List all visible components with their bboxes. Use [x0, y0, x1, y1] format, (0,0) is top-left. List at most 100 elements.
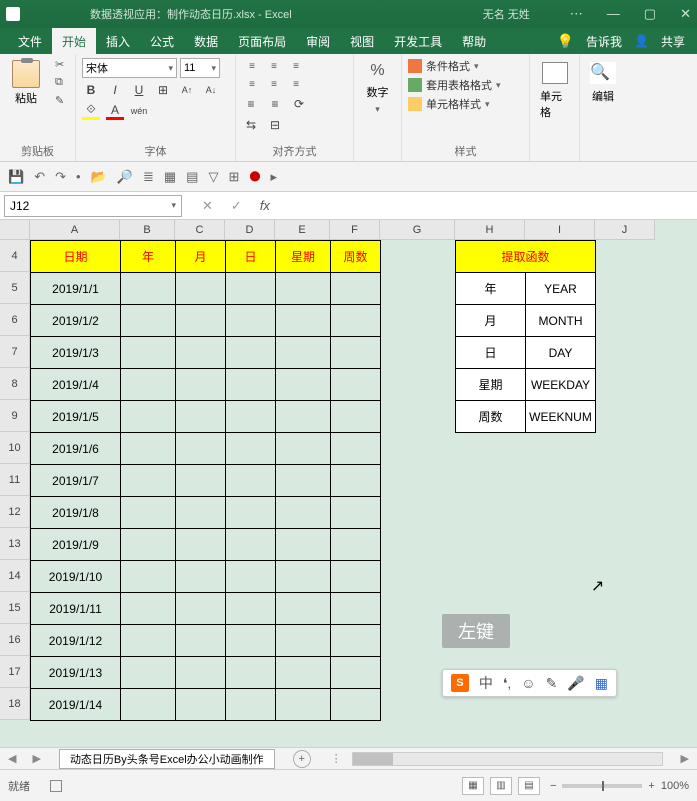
col-J[interactable]: J [595, 220, 655, 240]
row-18[interactable]: 18 [0, 688, 30, 720]
cell[interactable] [276, 369, 331, 401]
cell-date[interactable]: 2019/1/6 [31, 433, 121, 465]
row-15[interactable]: 15 [0, 592, 30, 624]
cell[interactable] [226, 401, 276, 433]
cells-label[interactable]: 单元格 [540, 88, 569, 120]
increase-indent-icon[interactable]: ≡ [266, 95, 284, 113]
cut-icon[interactable]: ✂ [55, 58, 69, 72]
cell[interactable] [226, 689, 276, 721]
cell[interactable] [176, 529, 226, 561]
cell[interactable] [226, 337, 276, 369]
tab-pagelayout[interactable]: 页面布局 [228, 28, 296, 54]
cell[interactable] [331, 625, 381, 657]
cell[interactable] [276, 497, 331, 529]
cell[interactable] [331, 497, 381, 529]
cell[interactable] [331, 593, 381, 625]
minimize-button[interactable]: — [607, 6, 620, 22]
redo-icon[interactable]: ↷ [55, 169, 66, 185]
table-row[interactable]: 2019/1/8 [31, 497, 381, 529]
align-right-icon[interactable]: ≡ [286, 76, 306, 92]
ime-cn-button[interactable]: 中 [479, 673, 493, 693]
table-row[interactable]: 2019/1/13 [31, 657, 381, 689]
save-icon[interactable]: 💾 [8, 169, 24, 185]
cell-date[interactable]: 2019/1/3 [31, 337, 121, 369]
ribbon-menu-icon[interactable]: ⋯ [570, 6, 583, 22]
fill-color-button[interactable]: ⟐ [82, 102, 100, 120]
cell[interactable] [121, 657, 176, 689]
sheet-prev-icon[interactable]: ◀ [0, 752, 24, 765]
cell[interactable] [176, 401, 226, 433]
orientation-icon[interactable]: ⟳ [290, 95, 308, 113]
func-label[interactable]: 日 [456, 337, 526, 369]
open-icon[interactable]: 📂 [91, 169, 107, 185]
func-name[interactable]: MONTH [526, 305, 596, 337]
table-row[interactable]: 2019/1/7 [31, 465, 381, 497]
func-name[interactable]: WEEKDAY [526, 369, 596, 401]
hscroll-thumb[interactable] [353, 753, 393, 765]
tell-me[interactable]: 告诉我 [586, 33, 622, 50]
cell[interactable] [121, 625, 176, 657]
cell[interactable] [276, 273, 331, 305]
task-icon[interactable]: ▦ [164, 169, 176, 185]
cell[interactable] [276, 433, 331, 465]
cells-icon[interactable] [542, 62, 568, 84]
cell[interactable] [226, 497, 276, 529]
align-left-icon[interactable]: ≡ [242, 76, 262, 92]
th-month[interactable]: 月 [176, 241, 226, 273]
cell-date[interactable]: 2019/1/7 [31, 465, 121, 497]
sheet-next-icon[interactable]: ▶ [24, 752, 48, 765]
underline-button[interactable]: U [130, 81, 148, 99]
ime-toolbar[interactable]: S 中 ❛, ☺ ✎ 🎤 ▦ [442, 669, 617, 697]
cell[interactable] [176, 561, 226, 593]
table-row[interactable]: 2019/1/4 [31, 369, 381, 401]
row-14[interactable]: 14 [0, 560, 30, 592]
ime-logo-icon[interactable]: S [451, 674, 469, 692]
ime-edit-icon[interactable]: ✎ [546, 675, 558, 692]
func-label[interactable]: 月 [456, 305, 526, 337]
cell[interactable] [226, 561, 276, 593]
cell[interactable] [121, 689, 176, 721]
format-painter-icon[interactable]: ✎ [55, 94, 69, 108]
table-row[interactable]: 2019/1/3 [31, 337, 381, 369]
ime-mic-icon[interactable]: 🎤 [567, 675, 584, 692]
th-day[interactable]: 日 [226, 241, 276, 273]
view-normal-icon[interactable]: ▦ [462, 777, 484, 795]
col-G[interactable]: G [380, 220, 455, 240]
cell[interactable] [331, 273, 381, 305]
cell[interactable] [176, 369, 226, 401]
name-box[interactable]: J12▾ [4, 195, 182, 217]
cell-date[interactable]: 2019/1/5 [31, 401, 121, 433]
cell[interactable] [331, 689, 381, 721]
cell-date[interactable]: 2019/1/4 [31, 369, 121, 401]
table-row[interactable]: 2019/1/14 [31, 689, 381, 721]
cell[interactable] [226, 465, 276, 497]
th-date[interactable]: 日期 [31, 241, 121, 273]
merge-icon[interactable]: ⊟ [266, 116, 284, 134]
ime-emoji-icon[interactable]: ☺ [521, 675, 535, 691]
ime-punct-icon[interactable]: ❛, [503, 675, 511, 692]
bold-button[interactable]: B [82, 81, 100, 99]
table-row[interactable]: 星期WEEKDAY [456, 369, 596, 401]
row-17[interactable]: 17 [0, 656, 30, 688]
view-pagebreak-icon[interactable]: ▤ [518, 777, 540, 795]
cell[interactable] [276, 465, 331, 497]
zoom-icon[interactable]: 🔎 [117, 169, 133, 185]
row-7[interactable]: 7 [0, 336, 30, 368]
cell[interactable] [331, 369, 381, 401]
table-row[interactable]: 2019/1/9 [31, 529, 381, 561]
cell[interactable] [276, 625, 331, 657]
cell[interactable] [121, 561, 176, 593]
ime-grid-icon[interactable]: ▦ [595, 675, 608, 692]
cell[interactable] [226, 529, 276, 561]
tab-home[interactable]: 开始 [52, 28, 96, 54]
cell[interactable] [276, 305, 331, 337]
formula-input[interactable] [286, 195, 697, 217]
row-16[interactable]: 16 [0, 624, 30, 656]
tab-help[interactable]: 帮助 [452, 28, 496, 54]
cell-date[interactable]: 2019/1/2 [31, 305, 121, 337]
user-label[interactable]: 无名 无姓 [483, 6, 530, 22]
col-D[interactable]: D [225, 220, 275, 240]
cell-date[interactable]: 2019/1/14 [31, 689, 121, 721]
cell[interactable] [121, 433, 176, 465]
zoom-out-button[interactable]: − [550, 780, 556, 792]
